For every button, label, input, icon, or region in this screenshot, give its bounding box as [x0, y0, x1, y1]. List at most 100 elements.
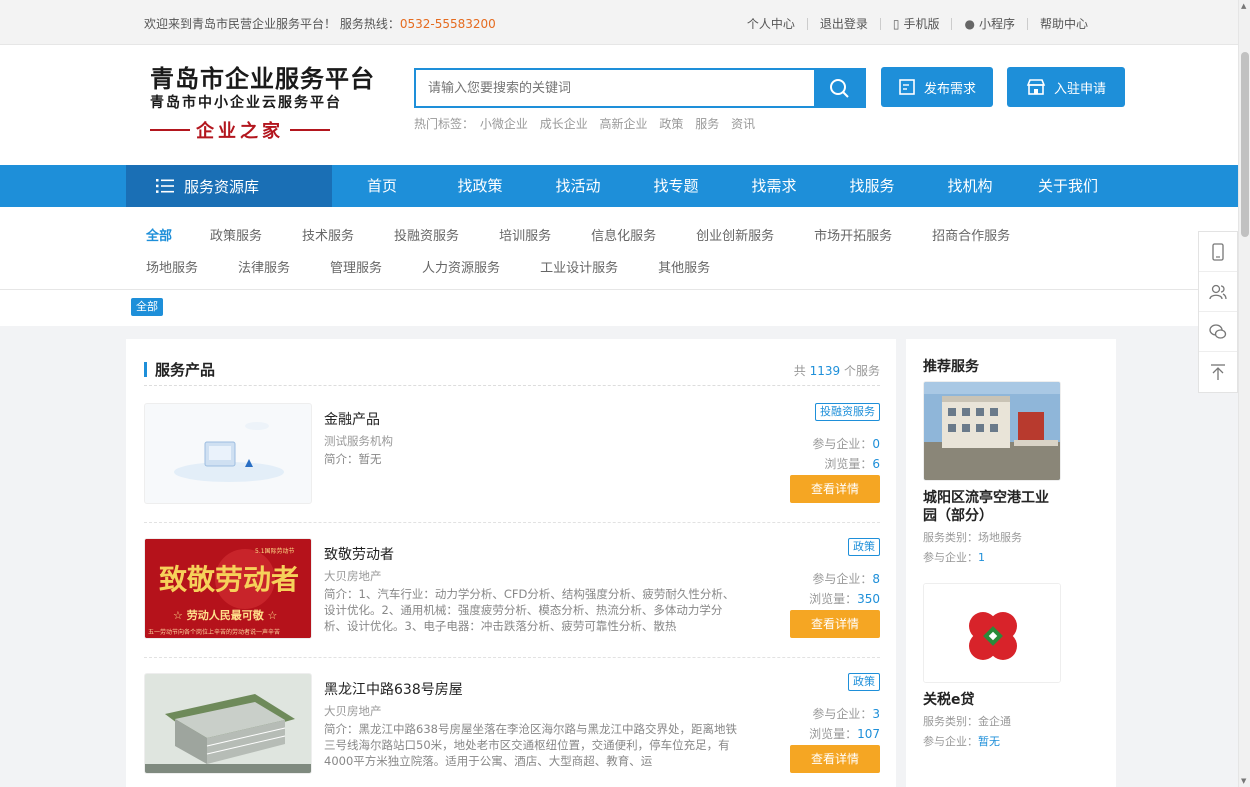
list-menu-icon — [156, 179, 174, 193]
hot-tag[interactable]: 资讯 — [731, 117, 755, 131]
selected-tag[interactable]: 全部 — [131, 298, 163, 316]
hot-tag[interactable]: 高新企业 — [600, 117, 648, 131]
join-apply-button[interactable]: 入驻申请 — [1007, 67, 1125, 107]
top-bar: 欢迎来到青岛市民营企业服务平台！ 服务热线：0532-55583200 个人中心… — [0, 0, 1238, 45]
recommended-category: 服务类别：金企通 — [923, 715, 1011, 728]
recommended-name: 城阳区流亭空港工业园（部分） — [923, 490, 1049, 524]
product-card[interactable]: 黑龙江中路638号房屋 大贝房地产 简介：黑龙江中路638号房屋坐落在李沧区海尔… — [144, 673, 880, 776]
wechat-float-button[interactable] — [1199, 312, 1237, 352]
nav-find-institution[interactable]: 找机构 — [920, 165, 1020, 207]
logo-slogan: 企业之家 — [150, 117, 390, 143]
publish-demand-button[interactable]: 发布需求 — [881, 67, 993, 107]
filter-option[interactable]: 创业创新服务 — [696, 225, 774, 244]
filter-option[interactable]: 法律服务 — [238, 257, 290, 276]
logo-title: 青岛市企业服务平台 — [150, 64, 375, 93]
recommended-participants: 参与企业：暂无 — [923, 735, 1000, 748]
link-logout[interactable]: 退出登录 — [820, 15, 868, 32]
product-desc: 简介：黑龙江中路638号房屋坐落在李沧区海尔路与黑龙江中路交界处，距离地铁三号线… — [324, 722, 737, 768]
nav-find-activity[interactable]: 找活动 — [528, 165, 628, 207]
product-title[interactable]: 黑龙江中路638号房屋 — [324, 679, 463, 699]
arrow-up-icon — [1211, 364, 1225, 380]
mini-program-icon: ● — [964, 17, 975, 31]
product-desc: 简介：1、汽车行业：动力学分析、CFD分析、结构强度分析、疲劳耐久性分析、设计优… — [324, 587, 735, 633]
view-details-button[interactable]: 查看详情 — [790, 745, 880, 773]
nav-find-demand[interactable]: 找需求 — [724, 165, 824, 207]
header: 青岛市企业服务平台 青岛市中小企业云服务平台 企业之家 热门标签： 小微企业 成… — [0, 45, 1238, 165]
page-scrollbar[interactable]: ▲ ▼ — [1238, 0, 1250, 787]
filter-option[interactable]: 培训服务 — [499, 225, 551, 244]
recommended-name: 关税e贷 — [923, 692, 975, 708]
filter-option[interactable]: 管理服务 — [330, 257, 382, 276]
product-title[interactable]: 致敬劳动者 — [324, 544, 394, 564]
view-details-button[interactable]: 查看详情 — [790, 610, 880, 638]
scroll-up-arrow[interactable]: ▲ — [1241, 2, 1246, 10]
participants-stat: 参与企业：3 — [812, 707, 880, 721]
filter-option[interactable]: 市场开拓服务 — [814, 225, 892, 244]
hot-tag[interactable]: 成长企业 — [540, 117, 588, 131]
resource-library-menu[interactable]: 服务资源库 — [126, 165, 332, 207]
filter-option[interactable]: 信息化服务 — [591, 225, 656, 244]
views-stat: 浏览量：107 — [809, 727, 880, 741]
nav-home[interactable]: 首页 — [332, 165, 432, 207]
product-thumbnail — [144, 673, 312, 774]
welcome-text: 欢迎来到青岛市民营企业服务平台！ 服务热线：0532-55583200 — [144, 17, 496, 31]
service-float-button[interactable] — [1199, 272, 1237, 312]
filter-option[interactable]: 政策服务 — [210, 225, 262, 244]
search-button[interactable] — [814, 70, 864, 106]
search-input[interactable] — [416, 70, 814, 106]
recommended-services-panel: 推荐服务 城阳区流亭空港工业园（部分） 服务类别：场地服务 参与企业：1 关税e… — [906, 339, 1116, 787]
filter-option[interactable]: 场地服务 — [146, 257, 198, 276]
link-mobile[interactable]: ▯ 手机版 — [893, 15, 940, 32]
link-help-center[interactable]: 帮助中心 — [1040, 15, 1088, 32]
hot-tag[interactable]: 服务 — [695, 117, 719, 131]
mobile-float-button[interactable] — [1199, 232, 1237, 272]
search-icon — [830, 79, 849, 98]
recommended-item[interactable]: 城阳区流亭空港工业园（部分） 服务类别：场地服务 参与企业：1 — [923, 381, 1061, 565]
sidebar-title: 推荐服务 — [923, 359, 979, 375]
link-mini-program[interactable]: ● 小程序 — [964, 15, 1015, 32]
filter-all[interactable]: 全部 — [146, 225, 172, 244]
banner-heading: 致敬劳动者 — [159, 563, 299, 596]
recommended-participants: 参与企业：1 — [923, 551, 985, 564]
nav-find-service[interactable]: 找服务 — [822, 165, 922, 207]
scrollbar-thumb[interactable] — [1241, 52, 1249, 237]
filter-row: 全部 政策服务 技术服务 投融资服务 培训服务 信息化服务 创业创新服务 市场开… — [146, 225, 1010, 244]
users-icon — [1209, 284, 1227, 299]
filter-option[interactable]: 技术服务 — [302, 225, 354, 244]
divider — [879, 17, 881, 30]
recommended-item[interactable]: 关税e贷 服务类别：金企通 参与企业：暂无 — [923, 583, 1061, 749]
filter-option[interactable]: 工业设计服务 — [540, 257, 618, 276]
link-personal-center[interactable]: 个人中心 — [747, 15, 795, 32]
filter-option[interactable]: 投融资服务 — [394, 225, 459, 244]
hot-tag[interactable]: 政策 — [659, 117, 683, 131]
product-title[interactable]: 金融产品 — [324, 409, 380, 429]
category-filters: 全部 政策服务 技术服务 投融资服务 培训服务 信息化服务 创业创新服务 市场开… — [0, 207, 1238, 290]
filter-option[interactable]: 人力资源服务 — [422, 257, 500, 276]
filter-option[interactable]: 招商合作服务 — [932, 225, 1010, 244]
top-links: 个人中心 退出登录 ▯ 手机版 ● 小程序 帮助中心 — [747, 15, 1088, 32]
phone-icon — [1212, 242, 1224, 261]
participants-stat: 参与企业：8 — [812, 572, 880, 586]
category-badge: 投融资服务 — [815, 403, 880, 421]
hot-tag[interactable]: 小微企业 — [480, 117, 528, 131]
back-to-top-button[interactable] — [1199, 352, 1237, 392]
product-card[interactable]: 金融产品 测试服务机构 简介：暂无 投融资服务 参与企业：0 浏览量：6 查看详… — [144, 403, 880, 506]
view-details-button[interactable]: 查看详情 — [790, 475, 880, 503]
product-thumbnail — [144, 403, 312, 504]
recommended-image — [923, 583, 1061, 683]
filter-option[interactable]: 其他服务 — [658, 257, 710, 276]
mobile-icon: ▯ — [892, 17, 900, 31]
product-card[interactable]: 致敬劳动者 ☆ 劳动人民最可敬 ☆ 五一劳动节向各个岗位上辛苦的劳动者说一声辛苦… — [144, 538, 880, 641]
wechat-icon — [1209, 323, 1227, 339]
hot-tags: 热门标签： 小微企业 成长企业 高新企业 政策 服务 资讯 — [414, 115, 763, 132]
section-title: 服务产品 — [144, 359, 215, 380]
nav-about-us[interactable]: 关于我们 — [1018, 165, 1118, 207]
nav-find-topic[interactable]: 找专题 — [626, 165, 726, 207]
nav-find-policy[interactable]: 找政策 — [430, 165, 530, 207]
edit-document-icon — [899, 79, 915, 95]
divider — [806, 17, 808, 30]
site-logo[interactable]: 青岛市企业服务平台 青岛市中小企业云服务平台 企业之家 — [150, 65, 390, 143]
scroll-down-arrow[interactable]: ▼ — [1241, 777, 1246, 785]
main-nav: 服务资源库 首页 找政策 找活动 找专题 找需求 找服务 找机构 关于我们 — [0, 165, 1238, 207]
service-count: 共 1139 个服务 — [793, 364, 880, 378]
